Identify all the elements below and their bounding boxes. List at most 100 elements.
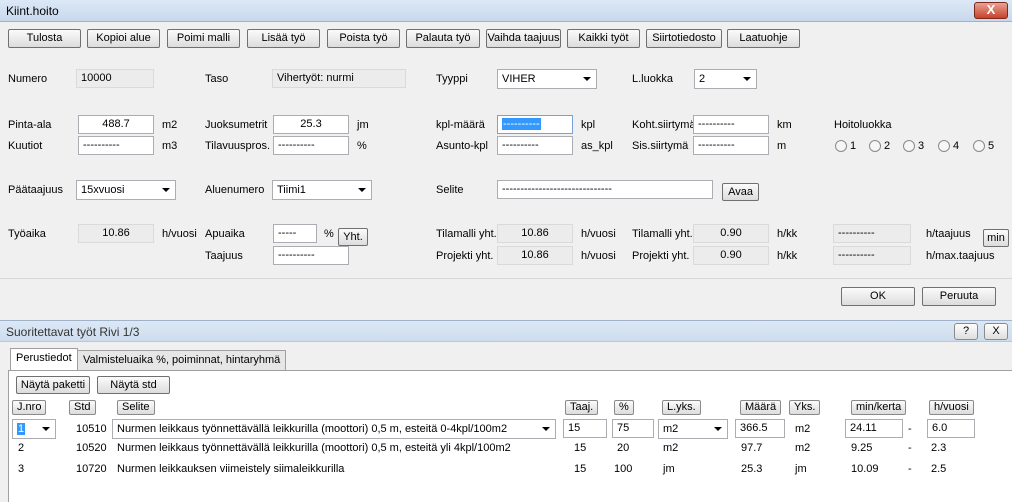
taajuus-field[interactable]: ---------- bbox=[273, 246, 349, 265]
chevron-down-icon bbox=[162, 188, 170, 192]
transfer-file-button[interactable]: Siirtotiedosto bbox=[646, 29, 722, 48]
tilavuuspros-field[interactable]: ---------- bbox=[273, 136, 349, 155]
row3-yks: jm bbox=[795, 463, 807, 475]
tyoaika-label: Työaika bbox=[8, 228, 46, 240]
juoksumetrit-label: Juoksumetrit bbox=[205, 119, 268, 131]
chevron-down-icon bbox=[714, 427, 722, 431]
tab-perustiedot[interactable]: Perustiedot bbox=[10, 348, 78, 370]
row2-jnro: 2 bbox=[18, 442, 25, 454]
tyoaika-field: 10.86 bbox=[78, 224, 154, 243]
row1-min-kerta-field[interactable]: 24.11 bbox=[845, 419, 903, 438]
pick-template-button[interactable]: Poimi malli bbox=[167, 29, 240, 48]
aluenumero-select[interactable]: Tiimi1 bbox=[272, 180, 372, 200]
asunto-kpl-field[interactable]: ---------- bbox=[497, 136, 573, 155]
kpl-maara-label: kpl-määrä bbox=[436, 119, 485, 131]
quality-guide-button[interactable]: Laatuohje bbox=[727, 29, 800, 48]
h-taajuus-unit: h/taajuus bbox=[926, 228, 971, 240]
col-header-std[interactable]: Std bbox=[69, 400, 96, 415]
col-header-percent[interactable]: % bbox=[614, 400, 634, 415]
juoksumetrit-field[interactable]: 25.3 bbox=[273, 115, 349, 134]
tilamalli-yht2-label: Tilamalli yht. bbox=[632, 228, 693, 240]
apuaika-unit: % bbox=[324, 228, 334, 240]
hoitoluokka-label: Hoitoluokka bbox=[834, 119, 892, 131]
row1-lyks-select[interactable]: m2 bbox=[658, 419, 728, 439]
kpl-maara-field[interactable]: ---------- bbox=[497, 115, 573, 134]
cancel-button[interactable]: Peruuta bbox=[922, 287, 996, 306]
window-close-button[interactable]: X bbox=[974, 2, 1008, 19]
col-header-min-kerta[interactable]: min/kerta bbox=[851, 400, 907, 415]
projekti-yht2-label: Projekti yht. bbox=[632, 250, 690, 262]
projekti-yht-label: Projekti yht. bbox=[436, 250, 494, 262]
apuaika-field[interactable]: ----- bbox=[273, 224, 317, 243]
add-work-button[interactable]: Lisää työ bbox=[247, 29, 320, 48]
row2-taaj: 15 bbox=[574, 442, 587, 454]
avaa-button[interactable]: Avaa bbox=[722, 183, 759, 201]
chevron-down-icon bbox=[583, 77, 591, 81]
tyyppi-select[interactable]: VIHER bbox=[497, 69, 597, 89]
row2-dash: - bbox=[908, 442, 912, 454]
row1-std: 10510 bbox=[76, 423, 107, 435]
hoitoluokka-radio-4[interactable] bbox=[938, 140, 950, 152]
kuutiot-label: Kuutiot bbox=[8, 140, 43, 152]
pinta-ala-label: Pinta-ala bbox=[8, 119, 52, 131]
min-button[interactable]: min bbox=[983, 229, 1009, 247]
row3-lyks: jm bbox=[663, 463, 675, 475]
apuaika-label: Apuaika bbox=[205, 228, 245, 240]
chevron-down-icon bbox=[42, 427, 50, 431]
show-package-button[interactable]: Näytä paketti bbox=[16, 376, 90, 394]
koht-siirtyma-label: Koht.siirtymä bbox=[632, 119, 696, 131]
print-button[interactable]: Tulosta bbox=[8, 29, 81, 48]
row1-selite: Nurmen leikkaus työnnettävällä leikkuril… bbox=[117, 423, 508, 435]
kpl-maara-value: ---------- bbox=[502, 118, 541, 130]
selite-field[interactable]: ------------------------------ bbox=[497, 180, 713, 199]
ok-button[interactable]: OK bbox=[841, 287, 915, 306]
row1-taaj-field[interactable]: 15 bbox=[563, 419, 607, 438]
koht-siirtyma-field[interactable]: ---------- bbox=[693, 115, 769, 134]
lluokka-label: L.luokka bbox=[632, 73, 673, 85]
all-works-button[interactable]: Kaikki työt bbox=[567, 29, 640, 48]
yht-button[interactable]: Yht. bbox=[338, 228, 368, 246]
row1-jnro-select[interactable]: 1 bbox=[12, 419, 56, 439]
tyyppi-value: VIHER bbox=[502, 73, 536, 85]
change-frequency-button[interactable]: Vaihda taajuus bbox=[486, 29, 561, 48]
tilamalli-yht-unit: h/vuosi bbox=[581, 228, 616, 240]
col-header-jnro[interactable]: J.nro bbox=[12, 400, 47, 415]
pinta-ala-field[interactable]: 488.7 bbox=[78, 115, 154, 134]
restore-work-button[interactable]: Palauta työ bbox=[406, 29, 480, 48]
tilamalli-yht-field: 10.86 bbox=[497, 224, 573, 243]
col-header-selite[interactable]: Selite bbox=[117, 400, 155, 415]
help-button[interactable]: ? bbox=[954, 323, 978, 340]
tab-valmisteluaika[interactable]: Valmisteluaika %, poiminnat, hintaryhmä bbox=[77, 350, 287, 370]
h-taajuus-field: ---------- bbox=[833, 224, 911, 243]
row1-selite-select[interactable]: Nurmen leikkaus työnnettävällä leikkuril… bbox=[112, 419, 556, 439]
delete-work-button[interactable]: Poista työ bbox=[327, 29, 400, 48]
row1-maara-field[interactable]: 366.5 bbox=[735, 419, 785, 438]
lluokka-select[interactable]: 2 bbox=[694, 69, 757, 89]
h-max-field: ---------- bbox=[833, 246, 911, 265]
hoitoluokka-radio-3[interactable] bbox=[903, 140, 915, 152]
works-close-button[interactable]: X bbox=[984, 323, 1008, 340]
projekti-yht2-unit: h/kk bbox=[777, 250, 798, 262]
chevron-down-icon bbox=[358, 188, 366, 192]
show-std-button[interactable]: Näytä std bbox=[97, 376, 170, 394]
tilavuuspros-unit: % bbox=[357, 140, 367, 152]
row1-percent-field[interactable]: 75 bbox=[612, 419, 654, 438]
paataajuus-select[interactable]: 15xvuosi bbox=[76, 180, 176, 200]
kuutiot-field[interactable]: ---------- bbox=[78, 136, 154, 155]
hoitoluokka-radio-1[interactable] bbox=[835, 140, 847, 152]
col-header-lyks[interactable]: L.yks. bbox=[662, 400, 701, 415]
lluokka-value: 2 bbox=[699, 73, 706, 85]
copy-area-button[interactable]: Kopioi alue bbox=[87, 29, 160, 48]
col-header-taaj[interactable]: Taaj. bbox=[565, 400, 599, 415]
row1-h-vuosi-field[interactable]: 6.0 bbox=[927, 419, 975, 438]
projekti-yht2-field: 0.90 bbox=[693, 246, 769, 265]
hoitoluokka-option-1: 1 bbox=[850, 140, 857, 152]
hoitoluokka-radio-2[interactable] bbox=[869, 140, 881, 152]
hoitoluokka-radio-5[interactable] bbox=[973, 140, 985, 152]
row3-h-vuosi: 2.5 bbox=[931, 463, 947, 475]
col-header-h-vuosi[interactable]: h/vuosi bbox=[929, 400, 974, 415]
col-header-yks[interactable]: Yks. bbox=[789, 400, 821, 415]
col-header-maara[interactable]: Määrä bbox=[740, 400, 782, 415]
sis-siirtyma-field[interactable]: ---------- bbox=[693, 136, 769, 155]
row3-dash: - bbox=[908, 463, 912, 475]
